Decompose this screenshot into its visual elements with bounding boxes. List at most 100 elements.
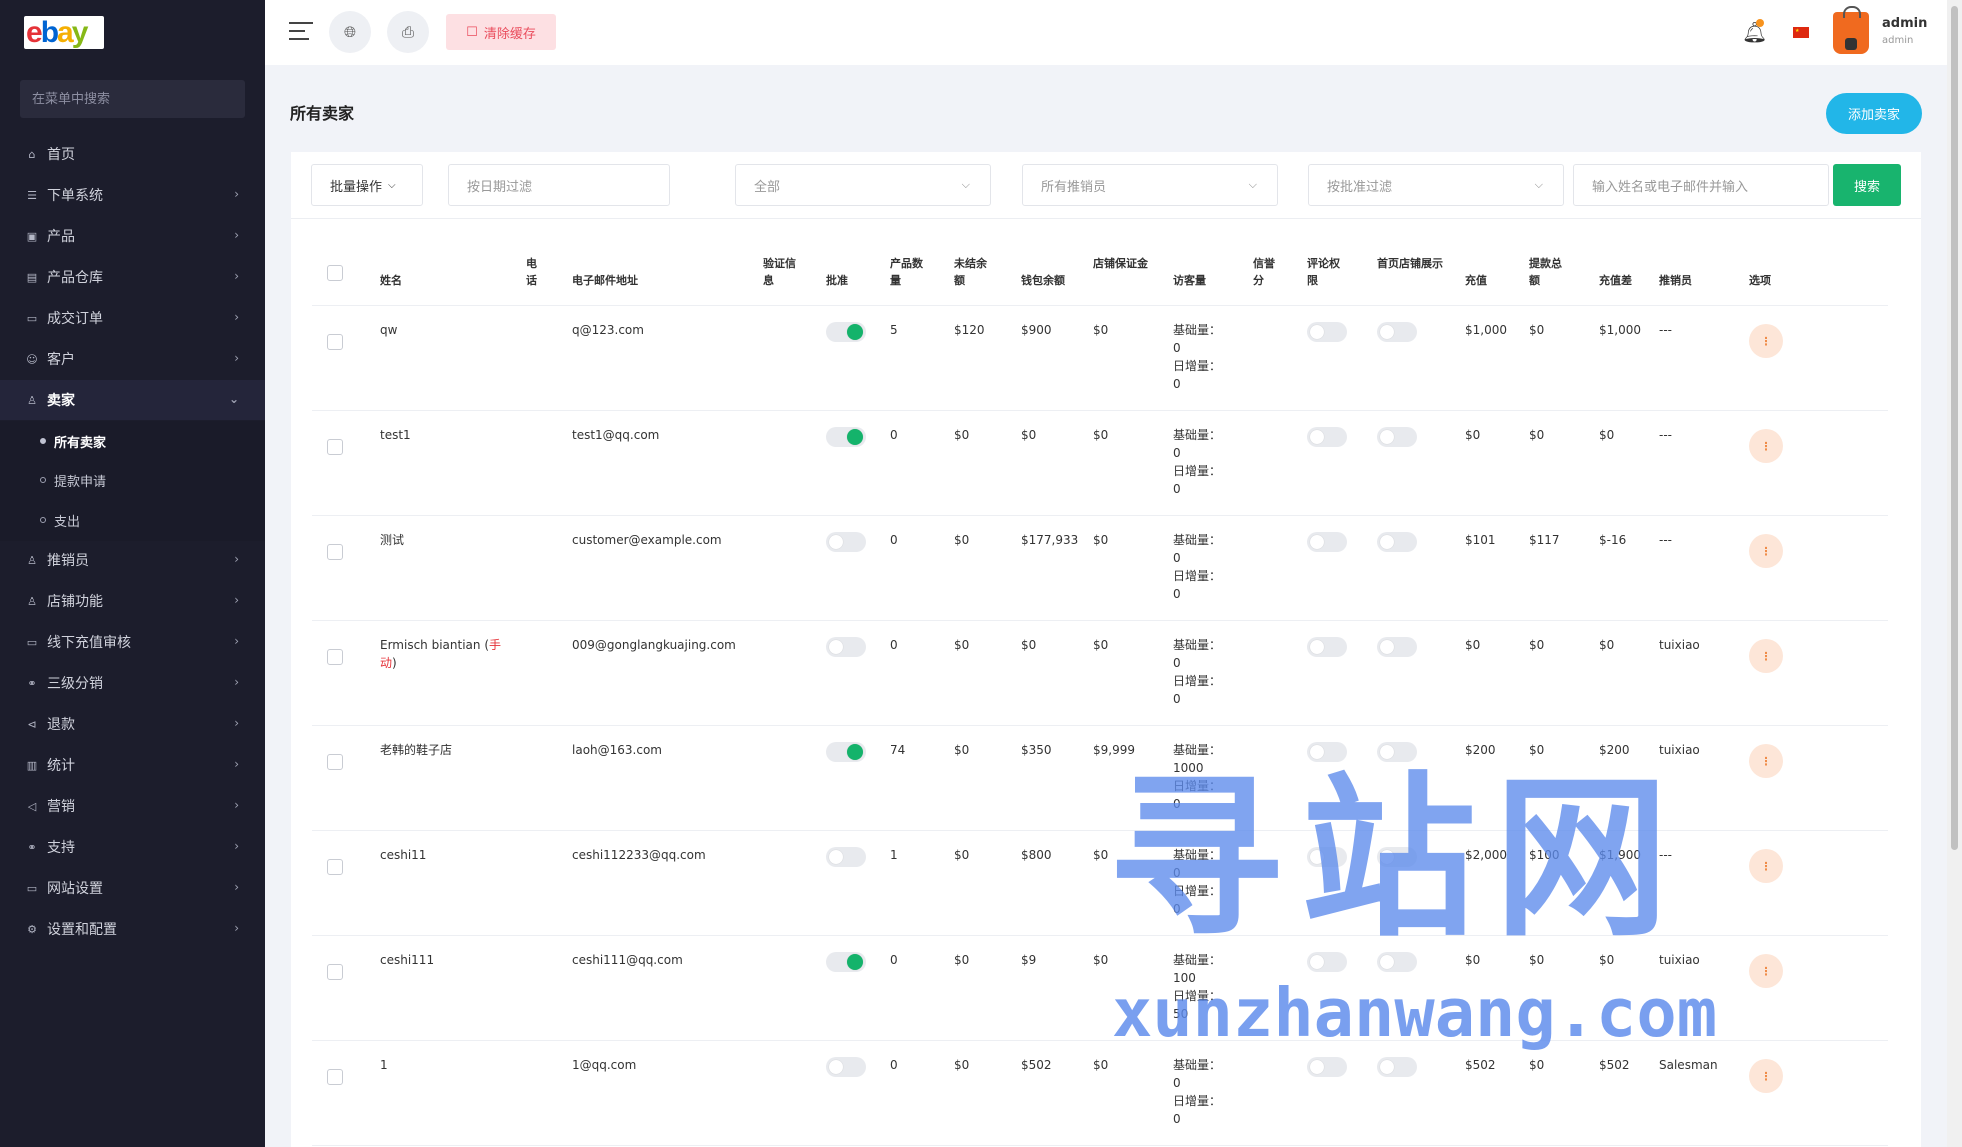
sidebar-item-support[interactable]: ⚭ 支持 › <box>0 827 265 867</box>
home-display-toggle[interactable] <box>1377 637 1417 657</box>
row-options-button[interactable]: ⋮ <box>1749 954 1783 988</box>
row-options-button[interactable]: ⋮ <box>1749 534 1783 568</box>
print-icon[interactable]: ⎙ <box>387 11 429 53</box>
recharge-amount: $502 <box>1465 1058 1496 1072</box>
name-email-search-input[interactable]: 输入姓名或电子邮件并输入 <box>1573 164 1829 206</box>
row-checkbox[interactable] <box>327 859 343 875</box>
home-display-toggle[interactable] <box>1377 1057 1417 1077</box>
approve-toggle[interactable] <box>826 952 866 972</box>
visits-daily-value: 0 <box>1173 692 1181 706</box>
row-checkbox[interactable] <box>327 544 343 560</box>
comment-permission-toggle[interactable] <box>1307 322 1347 342</box>
seller-email: 1@qq.com <box>572 1058 637 1072</box>
page-scrollbar[interactable] <box>1947 0 1962 1147</box>
date-filter-input[interactable]: 按日期过滤 <box>448 164 670 206</box>
menu-search-input[interactable] <box>20 80 245 118</box>
visits-base-value: 0 <box>1173 341 1181 355</box>
row-checkbox[interactable] <box>327 649 343 665</box>
unsettled-balance: $0 <box>954 848 970 862</box>
sidebar-item-settings-config[interactable]: ⚙ 设置和配置 › <box>0 909 265 949</box>
clear-cache-button[interactable]: ☐ 清除缓存 <box>446 14 556 50</box>
wallet-balance: $0 <box>1021 638 1037 652</box>
home-display-toggle[interactable] <box>1377 532 1417 552</box>
add-seller-button[interactable]: 添加卖家 <box>1826 93 1922 134</box>
divider <box>312 725 1888 726</box>
sidebar-item-deals[interactable]: ▭ 成交订单 › <box>0 298 265 338</box>
sidebar-item-customers[interactable]: ☺ 客户 › <box>0 339 265 379</box>
col-visits: 访客量 <box>1173 274 1206 287</box>
scrollbar-thumb[interactable] <box>1951 6 1958 850</box>
approval-filter-select[interactable]: 按批准过滤 ⌵ <box>1308 164 1564 206</box>
home-display-toggle[interactable] <box>1377 427 1417 447</box>
search-button[interactable]: 搜索 <box>1833 164 1901 206</box>
comment-permission-toggle[interactable] <box>1307 532 1347 552</box>
chevron-right-icon: › <box>234 187 239 201</box>
hamburger-menu-icon[interactable] <box>289 22 313 42</box>
avatar[interactable] <box>1833 6 1869 54</box>
select-all-checkbox[interactable] <box>327 265 343 281</box>
comment-permission-toggle[interactable] <box>1307 637 1347 657</box>
sidebar-item-home[interactable]: ⌂ 首页 <box>0 134 265 174</box>
bullet-icon <box>40 477 46 483</box>
row-options-button[interactable]: ⋮ <box>1749 744 1783 778</box>
visits-daily-value: 0 <box>1173 1112 1181 1126</box>
row-checkbox[interactable] <box>327 439 343 455</box>
comment-permission-toggle[interactable] <box>1307 427 1347 447</box>
globe-icon[interactable]: 🌐︎ <box>329 11 371 53</box>
sidebar-item-sellers[interactable]: ♙ 卖家 ⌄ <box>0 380 265 420</box>
row-options-button[interactable]: ⋮ <box>1749 429 1783 463</box>
logo-letter: e <box>26 16 43 49</box>
sidebar-subitem-expenses[interactable]: 支出 <box>0 501 265 539</box>
sidebar-item-salesmen[interactable]: ♙ 推销员 › <box>0 540 265 580</box>
home-display-toggle[interactable] <box>1377 322 1417 342</box>
approve-toggle[interactable] <box>826 637 866 657</box>
sidebar-subitem-all-sellers[interactable]: 所有卖家 <box>0 422 265 460</box>
visits-base-label: 基础量： <box>1173 743 1222 757</box>
approve-toggle[interactable] <box>826 532 866 552</box>
row-options-button[interactable]: ⋮ <box>1749 639 1783 673</box>
row-checkbox[interactable] <box>327 964 343 980</box>
logo-letter: a <box>57 16 74 49</box>
bulk-action-dropdown[interactable]: 批量操作 ⌵ <box>311 164 423 206</box>
row-checkbox[interactable] <box>327 1069 343 1085</box>
chevron-right-icon: › <box>234 716 239 730</box>
product-warehouse-icon: ▤ <box>26 270 38 284</box>
sidebar-item-product-warehouse[interactable]: ▤ 产品仓库 › <box>0 257 265 297</box>
sidebar-item-shop-functions[interactable]: ♙ 店铺功能 › <box>0 581 265 621</box>
approve-toggle[interactable] <box>826 742 866 762</box>
inbox-icon: ☐ <box>466 24 478 40</box>
page-title: 所有卖家 <box>290 104 355 123</box>
approve-toggle[interactable] <box>826 1057 866 1077</box>
sidebar-item-label: 设置和配置 <box>47 922 117 938</box>
salesman-filter-select[interactable]: 所有推销员 ⌵ <box>1022 164 1278 206</box>
sidebar-item-statistics[interactable]: ▥ 统计 › <box>0 745 265 785</box>
home-icon: ⌂ <box>28 147 36 161</box>
row-options-button[interactable]: ⋮ <box>1749 324 1783 358</box>
wallet-balance: $800 <box>1021 848 1052 862</box>
sidebar-item-order-system[interactable]: ☰ 下单系统 › <box>0 175 265 215</box>
approve-toggle[interactable] <box>826 322 866 342</box>
ebay-logo[interactable]: ebay <box>24 16 104 49</box>
sidebar-subitem-withdraw-requests[interactable]: 提款申请 <box>0 461 265 499</box>
sidebar-item-marketing[interactable]: ◁ 营销 › <box>0 786 265 826</box>
seller-email: ceshi112233@qq.com <box>572 848 706 862</box>
approve-toggle[interactable] <box>826 847 866 867</box>
approve-toggle[interactable] <box>826 427 866 447</box>
status-filter-select[interactable]: 全部 ⌵ <box>735 164 991 206</box>
row-options-button[interactable]: ⋮ <box>1749 1059 1783 1093</box>
bullet-icon <box>40 438 46 444</box>
chevron-right-icon: › <box>234 228 239 242</box>
sidebar-item-site-settings[interactable]: ▭ 网站设置 › <box>0 868 265 908</box>
seller-name: 1 <box>380 1058 388 1072</box>
sidebar-item-offline-recharge[interactable]: ▭ 线下充值审核 › <box>0 622 265 662</box>
row-checkbox[interactable] <box>327 754 343 770</box>
china-flag-icon[interactable]: ★ <box>1793 27 1809 38</box>
sidebar-item-products[interactable]: ▣ 产品 › <box>0 216 265 256</box>
sidebar-item-refunds[interactable]: ⊲ 退款 › <box>0 704 265 744</box>
row-options-button[interactable]: ⋮ <box>1749 849 1783 883</box>
sidebar-item-three-level-distribution[interactable]: ⚭ 三级分销 › <box>0 663 265 703</box>
row-checkbox[interactable] <box>327 334 343 350</box>
sidebar-item-label: 营销 <box>47 799 75 815</box>
salesman-name: --- <box>1659 323 1672 337</box>
comment-permission-toggle[interactable] <box>1307 1057 1347 1077</box>
